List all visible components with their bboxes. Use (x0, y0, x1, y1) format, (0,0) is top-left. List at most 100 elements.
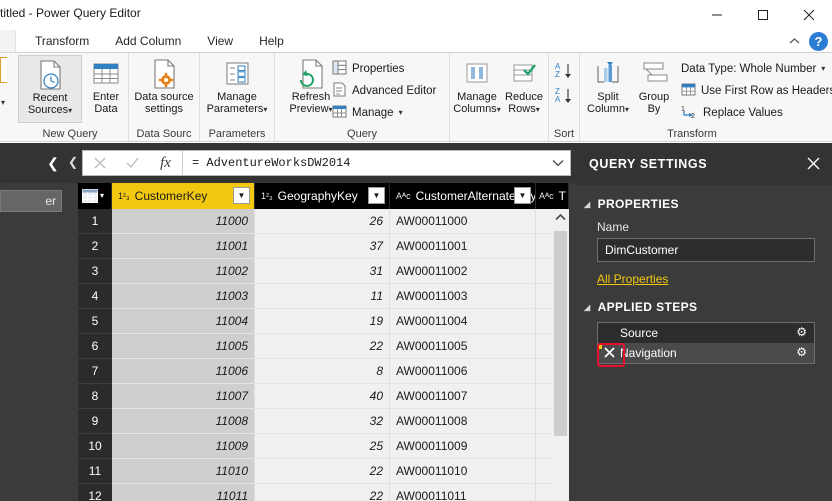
new-source-button-partial[interactable]: ▾ (0, 55, 10, 123)
table-row[interactable]: 8 11007 40 AW00011007 (78, 384, 569, 409)
cell-customerkey[interactable]: 11009 (112, 434, 255, 459)
table-row[interactable]: 7 11006 8 AW00011006 (78, 359, 569, 384)
cell-customeralternatekey[interactable]: AW00011000 (390, 209, 536, 234)
table-row[interactable]: 6 11005 22 AW00011005 (78, 334, 569, 359)
table-row[interactable]: 9 11008 32 AW00011008 (78, 409, 569, 434)
fx-icon[interactable]: fx (149, 151, 182, 175)
cell-customeralternatekey[interactable]: AW00011004 (390, 309, 536, 334)
cell-customerkey[interactable]: 11011 (112, 484, 255, 501)
cell-customerkey[interactable]: 11002 (112, 259, 255, 284)
applied-step-navigation[interactable]: Navigation ⚙ (598, 343, 814, 363)
cell-geographykey[interactable]: 40 (255, 384, 390, 409)
cell-geographykey[interactable]: 22 (255, 334, 390, 359)
tab-transform[interactable]: Transform (22, 30, 102, 52)
queries-list-item[interactable]: er (0, 190, 62, 212)
table-row[interactable]: 12 11011 22 AW00011011 (78, 484, 569, 501)
table-row[interactable]: 3 11002 31 AW00011002 (78, 259, 569, 284)
cell-geographykey[interactable]: 37 (255, 234, 390, 259)
tab-add-column[interactable]: Add Column (102, 30, 194, 52)
use-first-row-headers-button[interactable]: Use First Row as Headers (681, 80, 832, 101)
cell-customerkey[interactable]: 11007 (112, 384, 255, 409)
scrollbar-thumb[interactable] (554, 231, 567, 436)
manage-columns-button[interactable]: Manage Columns▾ (453, 55, 501, 123)
query-name-input[interactable]: DimCustomer (597, 238, 815, 262)
table-row[interactable]: 1 11000 26 AW00011000 (78, 209, 569, 234)
reduce-rows-button[interactable]: Reduce Rows▾ (502, 55, 546, 123)
cell-customerkey[interactable]: 11010 (112, 459, 255, 484)
grid-vertical-scrollbar[interactable] (552, 209, 569, 501)
select-all-columns-button[interactable]: ▾ (78, 183, 112, 209)
cell-geographykey[interactable]: 19 (255, 309, 390, 334)
maximize-icon[interactable] (740, 0, 786, 30)
cell-geographykey[interactable]: 25 (255, 434, 390, 459)
cell-customerkey[interactable]: 11001 (112, 234, 255, 259)
filter-dropdown-icon[interactable]: ▼ (368, 187, 385, 204)
manage-button[interactable]: Manage ▾ (332, 102, 403, 123)
close-icon[interactable] (804, 154, 822, 172)
applied-step-source[interactable]: Source ⚙ (598, 323, 814, 343)
chevron-down-icon[interactable]: ▾ (100, 192, 104, 200)
cell-geographykey[interactable]: 22 (255, 459, 390, 484)
scroll-up-icon[interactable] (552, 209, 569, 226)
formula-bar[interactable]: fx = AdventureWorksDW2014 (82, 150, 571, 176)
tab-view[interactable]: View (194, 30, 246, 52)
column-header-geographykey[interactable]: 1²₃ GeographyKey ▼ (255, 183, 390, 209)
cell-customeralternatekey[interactable]: AW00011006 (390, 359, 536, 384)
recent-sources-button[interactable]: Recent Sources▾ (18, 55, 82, 123)
cell-geographykey[interactable]: 11 (255, 284, 390, 309)
tab-help[interactable]: Help (246, 30, 297, 52)
manage-parameters-button[interactable]: Manage Parameters▾ (205, 55, 269, 123)
cell-customeralternatekey[interactable]: AW00011009 (390, 434, 536, 459)
filter-dropdown-icon[interactable]: ▼ (233, 187, 250, 204)
close-icon[interactable] (786, 0, 832, 30)
chevron-up-icon[interactable] (786, 34, 802, 48)
cell-geographykey[interactable]: 32 (255, 409, 390, 434)
table-row[interactable]: 10 11009 25 AW00011009 (78, 434, 569, 459)
chevron-left-icon[interactable]: ❮ (46, 155, 60, 171)
cell-customerkey[interactable]: 11000 (112, 209, 255, 234)
cell-geographykey[interactable]: 31 (255, 259, 390, 284)
table-row[interactable]: 5 11004 19 AW00011004 (78, 309, 569, 334)
group-by-button[interactable]: Group By (633, 55, 675, 123)
replace-values-button[interactable]: 1 2 Replace Values (681, 102, 783, 123)
sort-descending-button[interactable]: Z A (554, 87, 574, 108)
properties-button[interactable]: Properties (332, 58, 404, 79)
properties-section-header[interactable]: ◢ PROPERTIES (584, 197, 832, 211)
column-header-customerkey[interactable]: 1²₃ CustomerKey ▼ (112, 183, 255, 209)
minimize-icon[interactable] (694, 0, 740, 30)
gear-icon[interactable]: ⚙ (796, 346, 807, 358)
applied-steps-section-header[interactable]: ◢ APPLIED STEPS (584, 300, 832, 314)
help-icon[interactable]: ? (809, 32, 828, 51)
cell-customeralternatekey[interactable]: AW00011003 (390, 284, 536, 309)
gear-icon[interactable]: ⚙ (796, 326, 807, 338)
table-row[interactable]: 2 11001 37 AW00011001 (78, 234, 569, 259)
chevron-down-icon[interactable] (546, 151, 570, 175)
data-source-settings-button[interactable]: Data source settings (132, 55, 196, 123)
formula-bar-expand-toggle[interactable]: ❮ (68, 155, 80, 169)
table-row[interactable]: 11 11010 22 AW00011010 (78, 459, 569, 484)
cell-customeralternatekey[interactable]: AW00011002 (390, 259, 536, 284)
delete-step-icon[interactable] (602, 345, 617, 360)
cell-geographykey[interactable]: 8 (255, 359, 390, 384)
cell-customerkey[interactable]: 11004 (112, 309, 255, 334)
cell-customerkey[interactable]: 11003 (112, 284, 255, 309)
cell-customeralternatekey[interactable]: AW00011007 (390, 384, 536, 409)
cell-customeralternatekey[interactable]: AW00011010 (390, 459, 536, 484)
cell-customerkey[interactable]: 11005 (112, 334, 255, 359)
cell-customerkey[interactable]: 11008 (112, 409, 255, 434)
cell-customeralternatekey[interactable]: AW00011008 (390, 409, 536, 434)
cell-customerkey[interactable]: 11006 (112, 359, 255, 384)
cell-customeralternatekey[interactable]: AW00011011 (390, 484, 536, 501)
all-properties-link[interactable]: All Properties (597, 272, 668, 286)
sort-ascending-button[interactable]: A Z (554, 62, 574, 83)
cell-geographykey[interactable]: 22 (255, 484, 390, 501)
filter-dropdown-icon[interactable]: ▼ (514, 187, 531, 204)
cancel-icon[interactable] (83, 151, 116, 175)
cell-customeralternatekey[interactable]: AW00011005 (390, 334, 536, 359)
split-column-button[interactable]: Split Column▾ (583, 55, 633, 123)
check-icon[interactable] (116, 151, 149, 175)
column-header-customeralternatekey[interactable]: Aᴬc CustomerAlternateKey ▼ (390, 183, 536, 209)
cell-customeralternatekey[interactable]: AW00011001 (390, 234, 536, 259)
data-type-button[interactable]: Data Type: Whole Number ▾ (681, 58, 825, 79)
column-header-title-partial[interactable]: Aᴬc T (536, 183, 569, 209)
